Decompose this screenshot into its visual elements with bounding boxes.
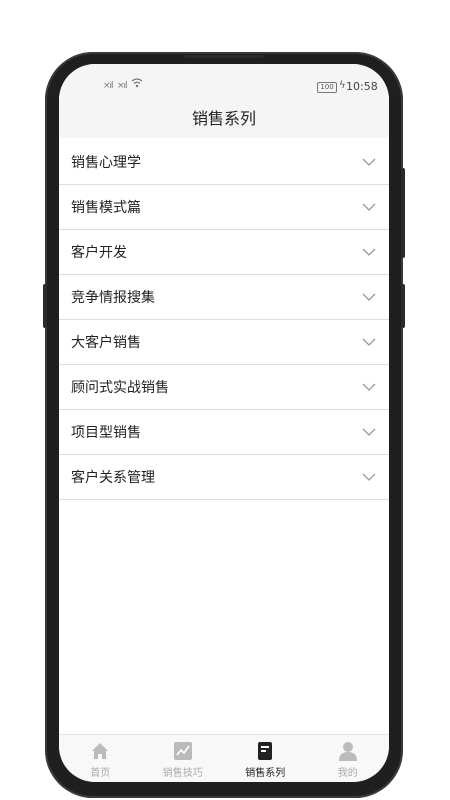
- tab-label: 首页: [90, 768, 111, 779]
- earpiece: [184, 55, 264, 58]
- tab-sales-series[interactable]: 销售系列: [224, 735, 307, 782]
- home-icon: [92, 743, 109, 759]
- status-time: 10:58: [346, 80, 378, 93]
- list-item-label: 销售心理学: [71, 155, 141, 171]
- list-item[interactable]: 项目型销售: [59, 410, 389, 455]
- tab-sales-skills[interactable]: 销售技巧: [142, 735, 225, 782]
- tab-label: 销售系列: [245, 768, 286, 779]
- signal-icon: ×ıl: [103, 81, 114, 91]
- battery-icon: 100: [317, 82, 337, 93]
- wifi-icon: [131, 78, 143, 88]
- app-screen: ×ıl ×ıl 100 ϟ 10:58 销售系列 销售心理学 销售模式篇 客户开…: [59, 64, 389, 782]
- list-item[interactable]: 客户开发: [59, 230, 389, 275]
- power-button: [401, 168, 405, 258]
- list-item[interactable]: 顾问式实战销售: [59, 365, 389, 410]
- chart-icon: [173, 742, 192, 760]
- tab-label: 我的: [337, 768, 358, 779]
- list-item-label: 客户开发: [71, 245, 127, 261]
- list-item-label: 竞争情报搜集: [71, 290, 155, 306]
- list-item-label: 顾问式实战销售: [71, 380, 169, 396]
- chevron-down-icon: [362, 473, 376, 481]
- tab-home[interactable]: 首页: [59, 735, 142, 782]
- side-button: [401, 284, 405, 328]
- tab-me[interactable]: 我的: [307, 735, 390, 782]
- list-item[interactable]: 竞争情报搜集: [59, 275, 389, 320]
- chevron-down-icon: [362, 338, 376, 346]
- status-bar: ×ıl ×ıl 100 ϟ 10:58: [59, 64, 389, 108]
- charging-icon: ϟ: [339, 80, 346, 91]
- list-item-label: 项目型销售: [71, 425, 141, 441]
- list-item-label: 大客户销售: [71, 335, 141, 351]
- chevron-down-icon: [362, 248, 376, 256]
- list-item[interactable]: 销售心理学: [59, 140, 389, 185]
- list-item-label: 销售模式篇: [71, 200, 141, 216]
- category-list: 销售心理学 销售模式篇 客户开发 竞争情报搜集 大客户销售 顾问式实战销售 项目…: [59, 140, 389, 500]
- list-item[interactable]: 大客户销售: [59, 320, 389, 365]
- user-icon: [338, 742, 357, 761]
- chevron-down-icon: [362, 158, 376, 166]
- chevron-down-icon: [362, 428, 376, 436]
- bottom-tab-bar: 首页 销售技巧 销售系列 我的: [59, 734, 389, 782]
- chevron-down-icon: [362, 203, 376, 211]
- list-item-label: 客户关系管理: [71, 470, 155, 486]
- book-icon: [258, 742, 273, 760]
- chevron-down-icon: [362, 383, 376, 391]
- chevron-down-icon: [362, 293, 376, 301]
- signal-icon: ×ıl: [117, 81, 128, 91]
- list-item[interactable]: 客户关系管理: [59, 455, 389, 500]
- volume-button: [43, 284, 47, 328]
- page-title: 销售系列: [59, 108, 389, 138]
- list-item[interactable]: 销售模式篇: [59, 185, 389, 230]
- tab-label: 销售技巧: [162, 768, 203, 779]
